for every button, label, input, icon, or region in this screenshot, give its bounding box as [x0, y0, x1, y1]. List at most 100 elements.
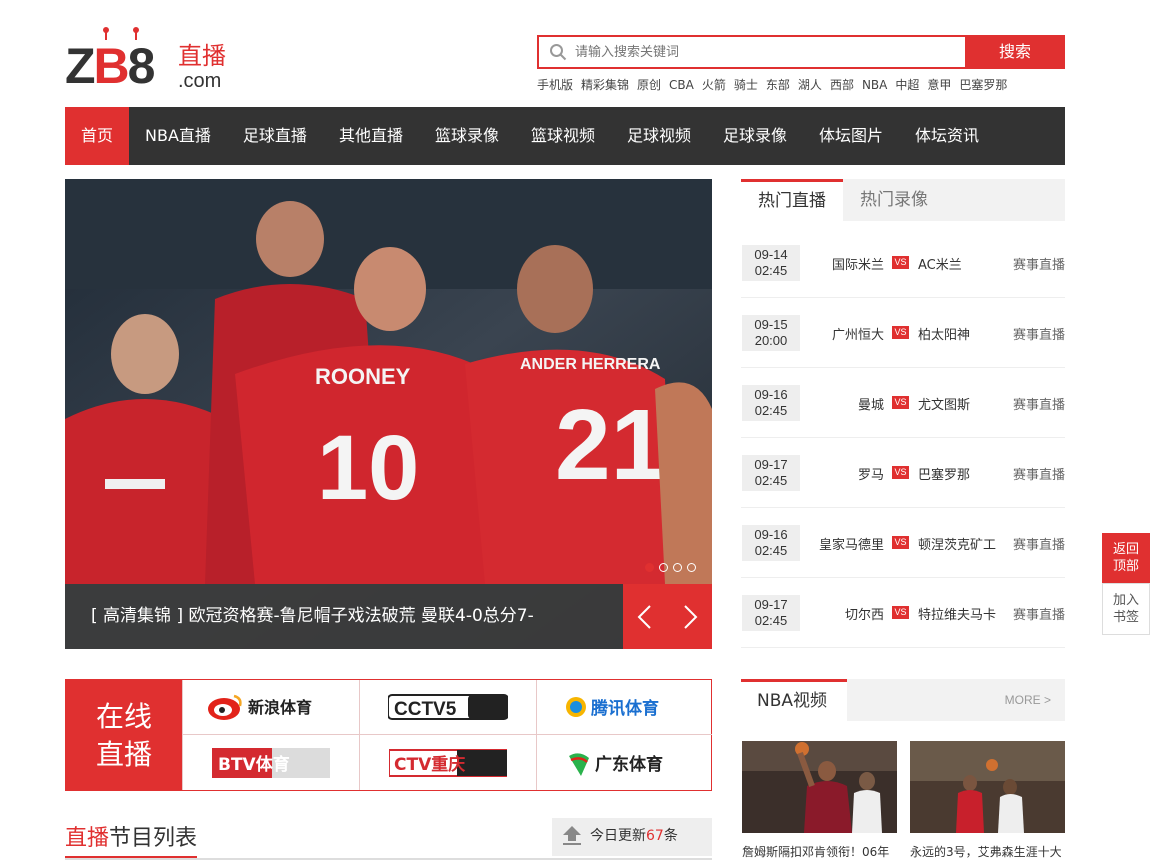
vs-badge: VS — [892, 256, 909, 269]
home-team[interactable]: 皇家马德里 — [819, 534, 884, 553]
nav-item[interactable]: 足球直播 — [227, 107, 323, 165]
search-bar: 搜索 — [537, 35, 1065, 69]
video-item[interactable]: 永远的3号，艾弗森生涯十大 — [910, 741, 1065, 860]
away-team[interactable]: 尤文图斯 — [918, 394, 970, 413]
away-team[interactable]: 特拉维夫马卡 — [918, 604, 996, 623]
hot-keyword[interactable]: CBA — [669, 78, 694, 92]
ctv-logo-icon: CTV重庆 — [389, 748, 507, 777]
match-time: 02:45 — [754, 543, 788, 558]
away-team[interactable]: 巴塞罗那 — [918, 464, 970, 483]
update-prefix: 今日更新 — [590, 828, 646, 844]
home-team[interactable]: 曼城 — [858, 394, 884, 413]
nav-item[interactable]: 体坛图片 — [803, 107, 899, 165]
search-icon — [550, 44, 567, 61]
svg-text:ANDER HERRERA: ANDER HERRERA — [520, 356, 661, 373]
prev-arrow-icon[interactable] — [633, 604, 657, 630]
hot-keyword[interactable]: 中超 — [895, 78, 919, 92]
slider-caption[interactable]: [ 高清集锦 ] 欧冠资格赛-鲁尼帽子戏法破荒 曼联4-0总分7- — [65, 584, 623, 649]
channel-btv-sports[interactable]: BTV体育 — [182, 735, 359, 790]
logo-cn: 直播 — [178, 42, 226, 70]
nav-item[interactable]: 足球录像 — [707, 107, 803, 165]
back-to-top-button[interactable]: 返回 顶部 — [1102, 533, 1150, 583]
schedule-title: 直播节目列表 — [65, 820, 198, 858]
tab-hot-live[interactable]: 热门直播 — [741, 179, 843, 221]
home-team[interactable]: 国际米兰 — [832, 254, 884, 273]
channel-sina-sports[interactable]: 新浪体育 — [182, 680, 359, 735]
match-live-link[interactable]: 赛事直播 — [1013, 394, 1065, 413]
video-thumbnail — [910, 741, 1065, 833]
search-input[interactable] — [575, 37, 955, 67]
hot-keyword[interactable]: 手机版 — [537, 78, 573, 92]
channel-guangdong-sports[interactable]: 广东体育 — [536, 735, 712, 790]
slider-dot[interactable] — [659, 563, 668, 572]
match-live-link[interactable]: 赛事直播 — [1013, 464, 1065, 483]
hot-keyword[interactable]: 火箭 — [702, 78, 726, 92]
away-team[interactable]: 柏太阳神 — [918, 324, 970, 343]
slider-arrows — [623, 584, 712, 649]
featured-slider[interactable]: ROONEY 10 ANDER HERRERA 21 [ 高清集锦 ] 欧冠资格… — [65, 179, 712, 649]
schedule-title-rest: 节目列表 — [109, 826, 198, 851]
tab-hot-replay[interactable]: 热门录像 — [843, 179, 945, 221]
search-box — [537, 35, 967, 69]
video-item[interactable]: 詹姆斯隔扣邓肯领衔！06年 — [742, 741, 897, 860]
match-datetime: 09-14 02:45 — [742, 245, 800, 281]
nav-item[interactable]: 其他直播 — [323, 107, 419, 165]
match-row[interactable]: 09-15 20:00 广州恒大 VS 柏太阳神 赛事直播 — [741, 298, 1065, 368]
nav-item[interactable]: NBA直播 — [129, 107, 227, 165]
svg-text:10: 10 — [317, 417, 419, 519]
hot-keyword[interactable]: 意甲 — [927, 78, 951, 92]
match-row[interactable]: 09-17 02:45 罗马 VS 巴塞罗那 赛事直播 — [741, 438, 1065, 508]
slider-dot[interactable] — [645, 563, 654, 572]
search-button[interactable]: 搜索 — [965, 35, 1065, 69]
hot-keyword[interactable]: 原创 — [637, 78, 661, 92]
nav-item[interactable]: 体坛资讯 — [899, 107, 995, 165]
nav-item[interactable]: 篮球录像 — [419, 107, 515, 165]
hot-keyword[interactable]: NBA — [862, 78, 887, 92]
site-logo[interactable]: ZB8 直播 .com — [65, 27, 245, 94]
hot-keyword[interactable]: 湖人 — [798, 78, 822, 92]
add-bookmark-button[interactable]: 加入 书签 — [1102, 583, 1150, 635]
live-channels-label: 在线 直播 — [66, 680, 182, 790]
hot-keyword[interactable]: 骑士 — [734, 78, 758, 92]
hot-keyword[interactable]: 巴塞罗那 — [959, 78, 1007, 92]
match-time: 02:45 — [754, 403, 788, 418]
hot-keyword[interactable]: 西部 — [830, 78, 854, 92]
match-row[interactable]: 09-14 02:45 国际米兰 VS AC米兰 赛事直播 — [741, 228, 1065, 298]
hot-keyword[interactable]: 东部 — [766, 78, 790, 92]
label-line-1: 在线 — [95, 700, 152, 733]
channel-grid: 新浪体育 CCTV5 腾讯体育 BTV体育 CTV重庆 广东体育 — [182, 680, 712, 790]
slider-dot[interactable] — [673, 563, 682, 572]
match-datetime: 09-16 02:45 — [742, 525, 800, 561]
match-date: 09-17 — [754, 597, 788, 612]
home-team[interactable]: 广州恒大 — [832, 324, 884, 343]
update-suffix: 条 — [663, 828, 678, 844]
match-live-link[interactable]: 赛事直播 — [1013, 324, 1065, 343]
nba-video-title: NBA视频 — [741, 679, 847, 721]
nav-item[interactable]: 足球视频 — [611, 107, 707, 165]
match-live-link[interactable]: 赛事直播 — [1013, 254, 1065, 273]
nav-item[interactable]: 篮球视频 — [515, 107, 611, 165]
bookmark-line2: 书签 — [1112, 610, 1139, 625]
match-row[interactable]: 09-16 02:45 皇家马德里 VS 顿涅茨克矿工 赛事直播 — [741, 508, 1065, 578]
hot-keyword[interactable]: 精彩集锦 — [581, 78, 629, 92]
home-team[interactable]: 罗马 — [858, 464, 884, 483]
schedule-header: 直播节目列表 今日更新67条 — [65, 818, 712, 860]
match-row[interactable]: 09-17 02:45 切尔西 VS 特拉维夫马卡 赛事直播 — [741, 578, 1065, 648]
back-to-top-line1: 返回 — [1112, 542, 1139, 557]
match-live-link[interactable]: 赛事直播 — [1013, 534, 1065, 553]
video-caption: 永远的3号，艾弗森生涯十大 — [910, 845, 1062, 859]
svg-text:21: 21 — [555, 389, 666, 501]
channel-cctv5[interactable]: CCTV5 — [359, 680, 536, 735]
match-row[interactable]: 09-16 02:45 曼城 VS 尤文图斯 赛事直播 — [741, 368, 1065, 438]
more-link[interactable]: MORE > — [1005, 693, 1051, 707]
slider-dot[interactable] — [687, 563, 696, 572]
away-team[interactable]: 顿涅茨克矿工 — [918, 534, 996, 553]
nav-item[interactable]: 首页 — [65, 107, 130, 165]
next-arrow-icon[interactable] — [678, 604, 702, 630]
channel-tencent-sports[interactable]: 腾讯体育 — [536, 680, 712, 735]
match-date: 09-14 — [754, 247, 788, 262]
channel-ctv-chongqing[interactable]: CTV重庆 — [359, 735, 536, 790]
away-team[interactable]: AC米兰 — [918, 254, 962, 273]
match-live-link[interactable]: 赛事直播 — [1013, 604, 1065, 623]
home-team[interactable]: 切尔西 — [845, 604, 884, 623]
